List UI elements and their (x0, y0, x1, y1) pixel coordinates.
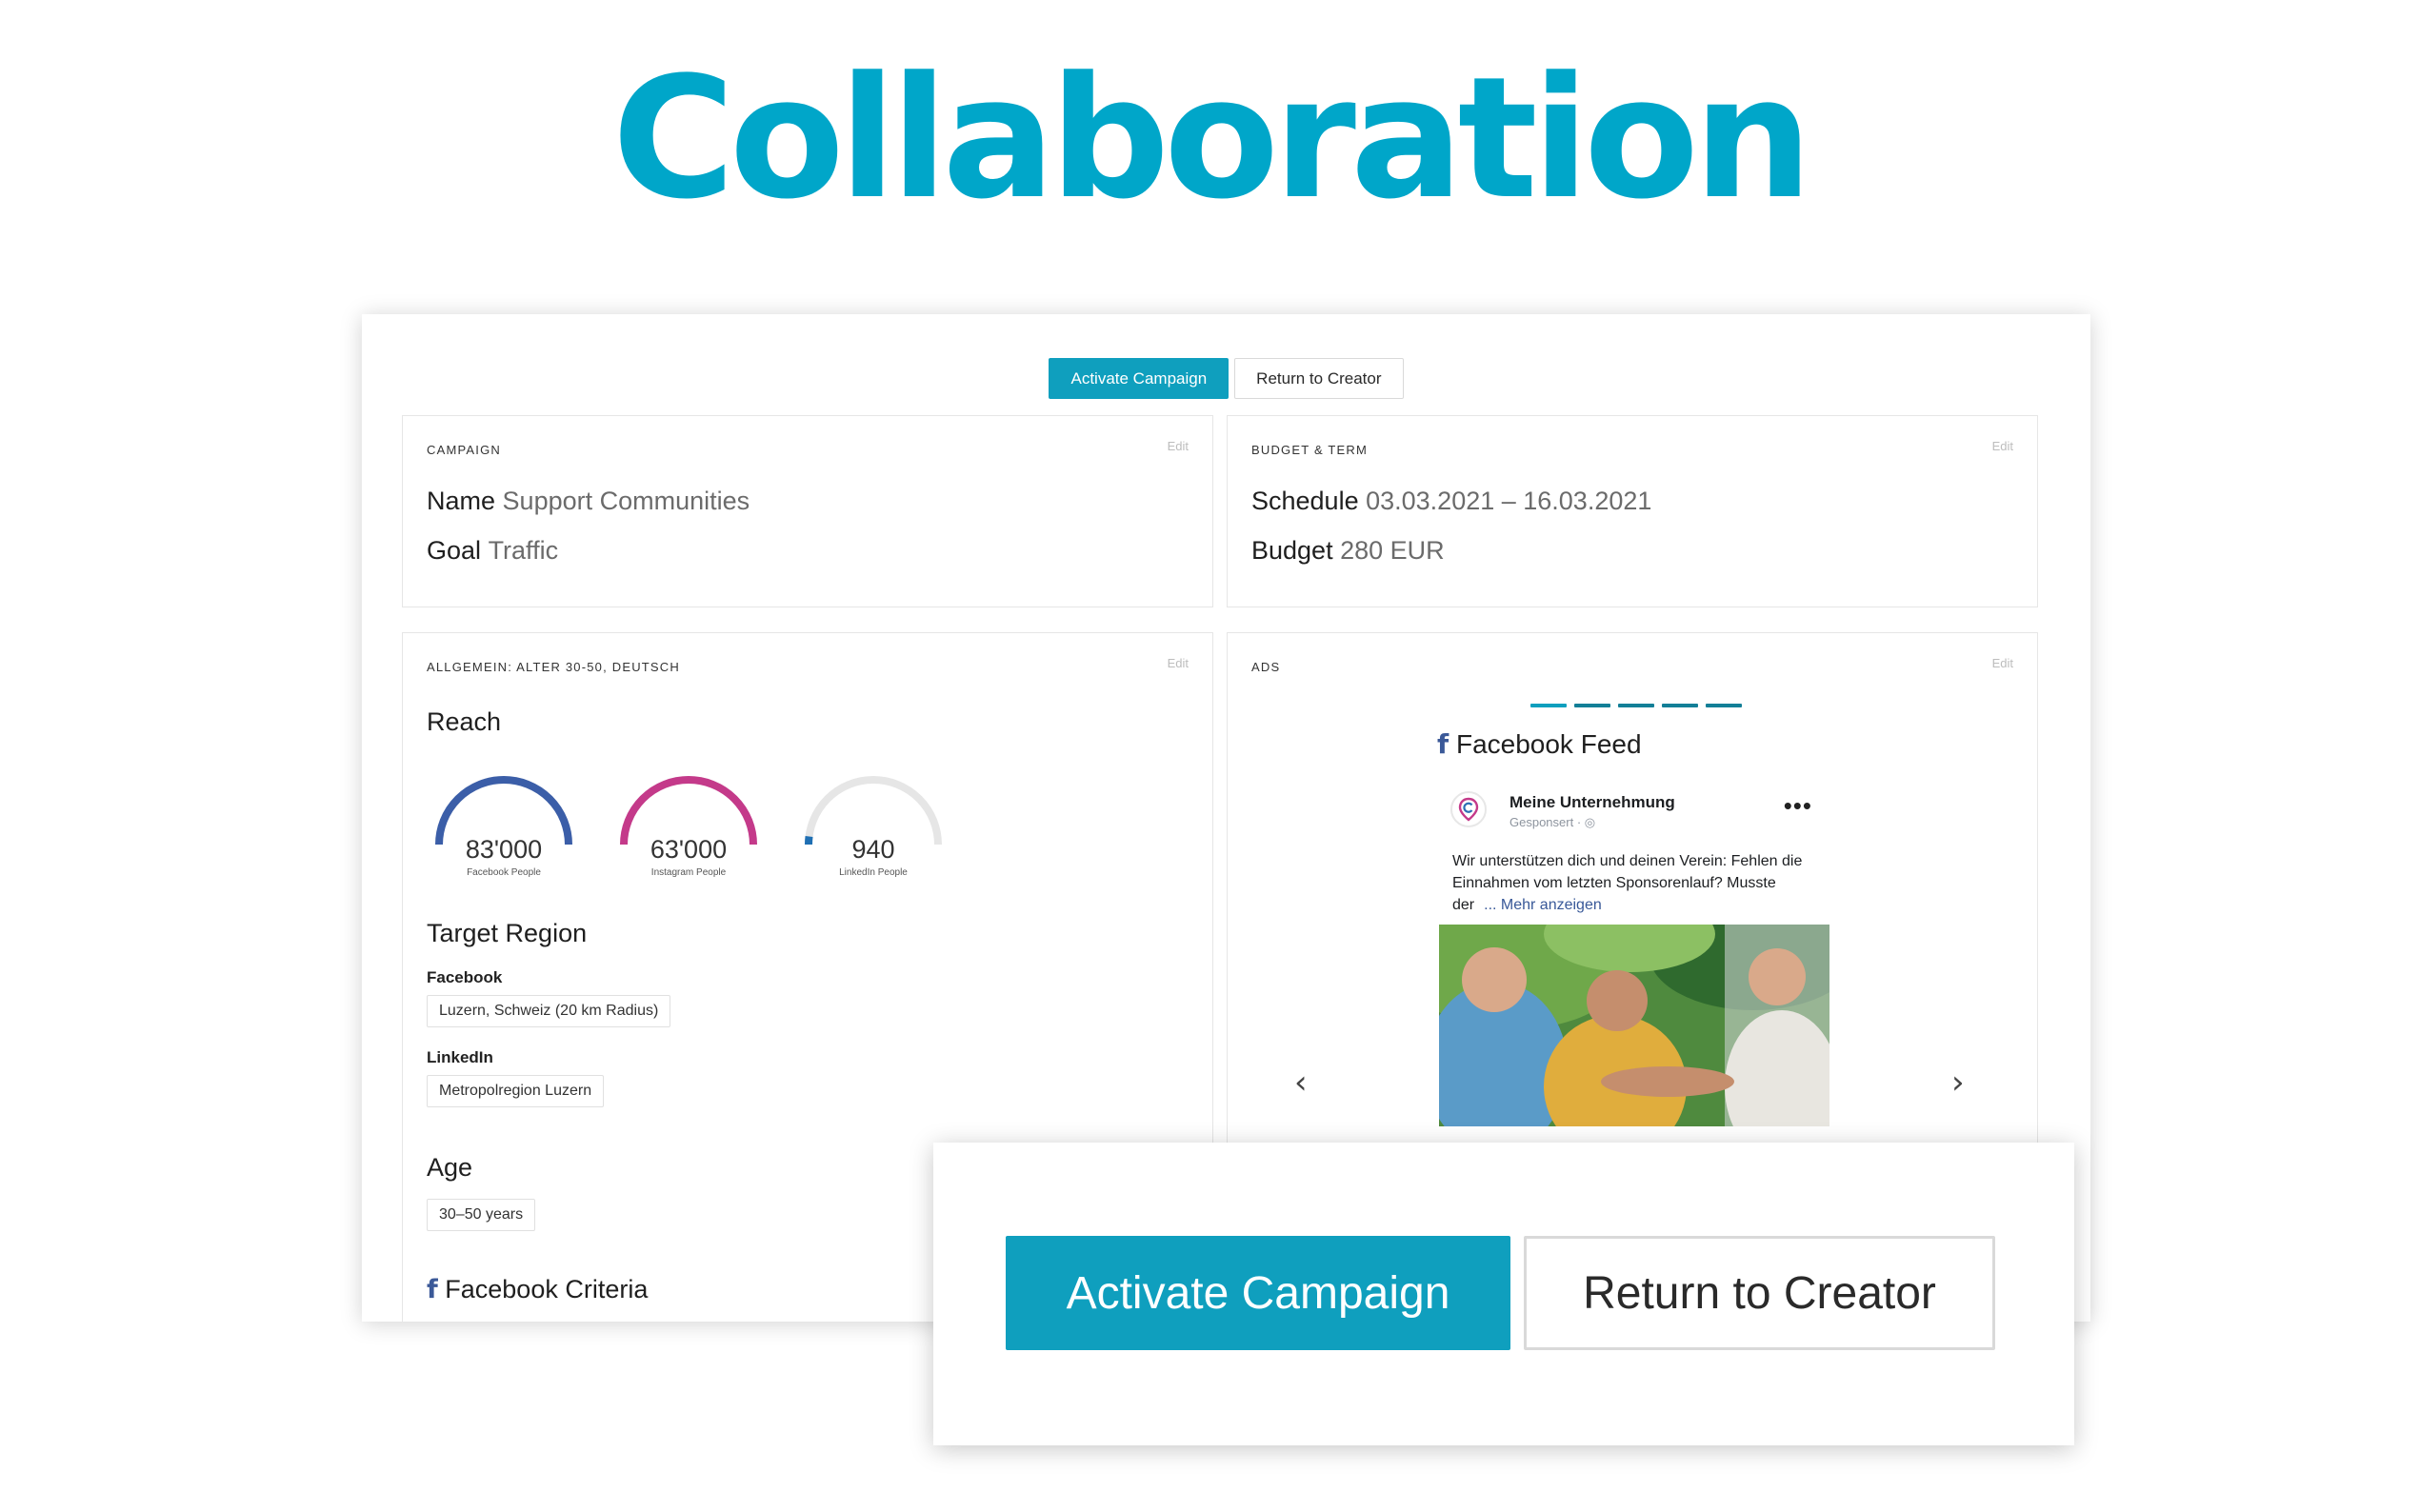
reach-title: Reach (427, 707, 502, 736)
action-buttons-zoom-overlay: Activate Campaign Return to Creator (933, 1143, 2074, 1445)
reach-gauge: 83'000 Facebook People (428, 768, 580, 883)
campaign-name-key: Name (427, 487, 496, 515)
edit-link[interactable]: Edit (1168, 439, 1189, 453)
carousel-indicator[interactable] (1706, 704, 1742, 707)
activate-campaign-button[interactable]: Activate Campaign (1049, 358, 1229, 399)
post-header: Meine Unternehmung Gesponsert · ◎ ••• (1439, 786, 1829, 843)
chevron-right-icon[interactable]: › (1951, 1064, 1965, 1102)
edit-link[interactable]: Edit (1992, 439, 2013, 453)
facebook-region-tag: Luzern, Schweiz (20 km Radius) (427, 995, 671, 1027)
campaign-goal-key: Goal (427, 536, 482, 565)
facebook-region-label: Facebook (427, 968, 503, 986)
age-title: Age (427, 1153, 473, 1182)
top-action-bar: Activate Campaign Return to Creator (362, 358, 2090, 399)
location-pin-icon (1458, 797, 1479, 822)
budget-term-card: BUDGET & TERM Edit Schedule 03.03.2021 –… (1227, 415, 2038, 607)
campaign-name-row: Name Support Communities (427, 487, 750, 516)
hero-title: Collaboration (611, 41, 1813, 236)
campaign-name-value: Support Communities (502, 487, 750, 515)
campaign-goal-value: Traffic (488, 536, 559, 565)
card-label: BUDGET & TERM (1251, 443, 1369, 457)
facebook-ad-preview: Meine Unternehmung Gesponsert · ◎ ••• Wi… (1439, 786, 1829, 1126)
reach-value: 63'000 (650, 835, 728, 864)
reach-label: Instagram People (650, 867, 727, 878)
reach-gauge: 63'000 Instagram People (612, 768, 765, 883)
carousel-indicators (1530, 704, 1742, 707)
post-image (1439, 925, 1829, 1126)
schedule-key: Schedule (1251, 487, 1359, 515)
schedule-row: Schedule 03.03.2021 – 16.03.2021 (1251, 487, 1651, 516)
carousel-indicator[interactable] (1530, 704, 1567, 707)
page-avatar (1450, 791, 1487, 827)
linkedin-region-tag: Metropolregion Luzern (427, 1075, 605, 1107)
campaign-goal-row: Goal Traffic (427, 536, 558, 566)
sponsored-label: Gesponsert · ◎ (1509, 815, 1596, 829)
chevron-left-icon[interactable]: ‹ (1294, 1064, 1308, 1102)
reach-value: 83'000 (465, 835, 543, 864)
globe-icon: ◎ (1584, 815, 1596, 829)
return-to-creator-button[interactable]: Return to Creator (1234, 358, 1404, 399)
facebook-icon: f (427, 1275, 438, 1304)
card-label: ALLGEMEIN: ALTER 30-50, DEUTSCH (427, 660, 680, 674)
carousel-indicator[interactable] (1662, 704, 1698, 707)
page-name: Meine Unternehmung (1509, 793, 1675, 811)
facebook-criteria-label: Facebook Criteria (445, 1275, 649, 1303)
return-to-creator-button-large[interactable]: Return to Creator (1524, 1236, 1995, 1350)
more-options-icon[interactable]: ••• (1784, 791, 1812, 821)
budget-value: 280 EUR (1340, 536, 1445, 565)
ad-placement-title: f Facebook Feed (1437, 728, 1642, 760)
post-text: Wir unterstützen dich und deinen Verein:… (1439, 843, 1829, 925)
reach-value: 940 (851, 835, 895, 864)
edit-link[interactable]: Edit (1992, 656, 2013, 670)
activate-campaign-button-large[interactable]: Activate Campaign (1006, 1236, 1510, 1350)
carousel-indicator[interactable] (1574, 704, 1610, 707)
campaign-card: CAMPAIGN Edit Name Support Communities G… (402, 415, 1213, 607)
reach-gauge: 940 LinkedIn People (797, 768, 950, 883)
edit-link[interactable]: Edit (1168, 656, 1189, 670)
target-region-title: Target Region (427, 919, 588, 947)
facebook-icon: f (1437, 728, 1449, 760)
reach-label: LinkedIn People (839, 867, 908, 878)
budget-key: Budget (1251, 536, 1333, 565)
age-tag: 30–50 years (427, 1199, 536, 1231)
card-label: ADS (1251, 660, 1281, 674)
ad-placement-label: Facebook Feed (1455, 729, 1642, 759)
carousel-indicator[interactable] (1618, 704, 1654, 707)
see-more-link[interactable]: ... Mehr anzeigen (1484, 897, 1602, 913)
budget-row: Budget 280 EUR (1251, 536, 1445, 566)
facebook-criteria-title: f Facebook Criteria (427, 1275, 648, 1304)
reach-label: Facebook People (467, 867, 541, 878)
team-photo (1439, 925, 1829, 1126)
schedule-value: 03.03.2021 – 16.03.2021 (1366, 487, 1652, 515)
card-label: CAMPAIGN (427, 443, 501, 457)
linkedin-region-label: LinkedIn (427, 1048, 493, 1066)
